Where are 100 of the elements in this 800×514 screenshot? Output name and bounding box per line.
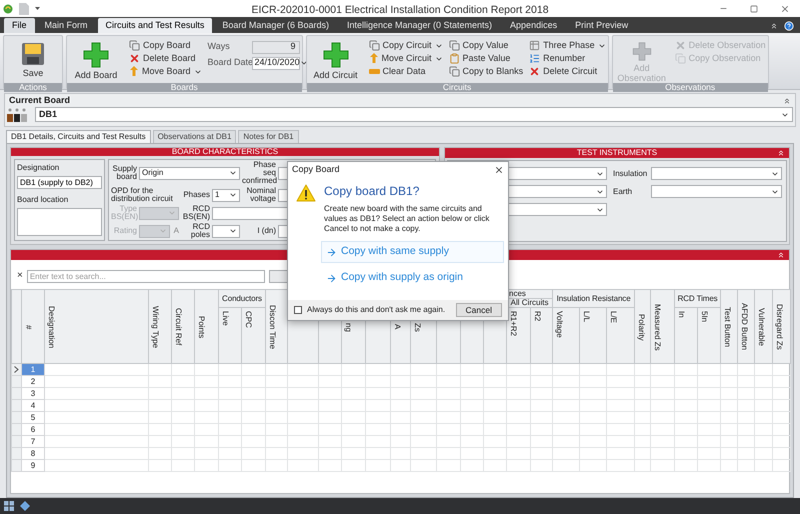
ribbon-button[interactable]: Delete Board <box>129 52 202 65</box>
ribbon-button[interactable]: Copy to Blanks <box>448 65 524 78</box>
ribbon-button[interactable]: Copy Board <box>129 39 202 52</box>
ribbon-button[interactable]: Clear Data <box>368 65 443 78</box>
field-label: Nominal voltage <box>246 187 276 203</box>
field-label: Insulation <box>613 168 647 180</box>
column-header: Measured Zs <box>650 290 675 364</box>
column-header: Wiring Type <box>148 290 172 364</box>
collapse-icon[interactable] <box>770 22 778 30</box>
panel-title: BOARD CHARACTERISTICS <box>172 148 278 156</box>
ribbon-tab[interactable]: Circuits and Test Results <box>98 18 212 33</box>
delete-icon <box>674 40 686 51</box>
designation-field[interactable]: DB1 (supply to DB2) <box>17 176 102 189</box>
ribbon-tab[interactable]: Appendices <box>502 18 566 33</box>
column-header: Vulnerable <box>754 290 773 364</box>
field-label: Rating <box>112 227 137 235</box>
ribbon-tab[interactable]: Board Manager (6 Boards) <box>214 18 337 33</box>
ribbon-tab[interactable]: Print Preview <box>567 18 636 33</box>
ribbon-button[interactable]: Copy Circuit <box>368 39 443 52</box>
column-header: Live <box>218 308 242 364</box>
column-header: R1+R2 <box>506 308 531 364</box>
close-icon[interactable] <box>494 165 504 175</box>
page-tab[interactable]: Observations at DB1 <box>152 130 236 143</box>
clear-search[interactable]: × <box>17 271 23 281</box>
grid-icon[interactable] <box>4 501 14 511</box>
ribbon-button[interactable]: Move Board <box>129 65 202 78</box>
column-header: R2 <box>530 308 553 364</box>
ribbon-button[interactable]: Delete Circuit <box>529 65 606 78</box>
delete-icon <box>129 53 140 64</box>
ribbon-tab[interactable]: Intelligence Manager (0 Statements) <box>338 18 500 33</box>
field-label: Supply board <box>112 165 137 181</box>
caret-icon <box>781 110 789 118</box>
table-cell: 6 <box>22 424 44 436</box>
app-icon[interactable] <box>3 4 13 14</box>
ribbon-button[interactable]: Save <box>6 39 60 83</box>
arrow-icon <box>368 53 379 64</box>
caret-icon[interactable] <box>35 6 40 10</box>
page-tab[interactable]: Notes for DB1 <box>238 130 299 143</box>
column-header: AFDD Button <box>738 290 755 364</box>
table-row[interactable]: 8 <box>12 448 791 460</box>
ribbon-button[interactable]: Paste Value <box>448 52 524 65</box>
copy-icon <box>129 40 140 51</box>
table-cell: 7 <box>22 436 44 448</box>
caret-icon <box>771 188 779 196</box>
dropdown[interactable]: Origin <box>139 166 240 180</box>
group-label: Boards <box>170 83 198 92</box>
document-icon[interactable] <box>19 2 29 14</box>
caret-icon <box>598 42 606 50</box>
option-link[interactable]: Copy with supply as origin <box>321 267 504 289</box>
ribbon-button[interactable]: Add Circuit <box>308 39 363 83</box>
option-link[interactable]: Copy with same supply <box>321 241 504 263</box>
table-row[interactable]: 3 <box>12 388 791 400</box>
table-row[interactable]: 5 <box>12 412 791 424</box>
column-header: Polarity <box>634 290 651 364</box>
caret-icon <box>158 227 167 235</box>
dialog-heading: Copy board DB1? <box>324 184 420 198</box>
diamond-icon[interactable] <box>20 501 30 511</box>
maximize-icon[interactable] <box>750 4 758 12</box>
dropdown[interactable] <box>212 224 240 238</box>
collapse-icon[interactable] <box>783 96 791 104</box>
copy-icon <box>674 53 686 64</box>
dropdown[interactable]: 1 <box>212 188 240 202</box>
table-row[interactable]: 2 <box>12 376 791 388</box>
column-header: Points <box>194 290 218 364</box>
page-tab[interactable]: DB1 Details, Circuits and Test Results <box>6 130 151 143</box>
search-field[interactable]: Enter text to search... <box>26 270 265 282</box>
collapse-icon[interactable] <box>777 149 785 157</box>
ribbon-button[interactable]: Copy Value <box>448 39 524 52</box>
dropdown[interactable] <box>651 185 782 198</box>
ways-field[interactable]: 9 <box>252 40 300 54</box>
table-row[interactable]: 4 <box>12 400 791 412</box>
checkbox[interactable] <box>294 306 302 314</box>
collapse-icon[interactable] <box>777 251 785 259</box>
field-label: I (dn) <box>256 227 276 235</box>
ribbon-button[interactable]: Add Board <box>69 39 123 83</box>
table-cell: 2 <box>22 376 44 388</box>
copy-icon <box>368 40 380 51</box>
caret-icon <box>596 188 604 196</box>
ribbon-tab[interactable]: File <box>4 18 35 33</box>
caret-icon <box>771 170 779 178</box>
table-row[interactable]: 6 <box>12 424 791 436</box>
caret-icon <box>596 170 604 178</box>
cancel-button[interactable]: Cancel <box>456 303 502 317</box>
close-icon[interactable] <box>780 4 790 14</box>
location-field[interactable] <box>17 208 102 236</box>
ribbon-button[interactable]: Move Circuit <box>368 52 443 65</box>
column-header: 5In <box>698 308 721 364</box>
table-row[interactable]: 9 <box>12 460 791 472</box>
field-label: RCD BS(EN) <box>182 205 210 221</box>
table-row[interactable]: 7 <box>12 436 791 448</box>
dropdown[interactable] <box>651 167 782 180</box>
ribbon-button[interactable]: Three Phase <box>529 39 606 52</box>
ribbon-label: Ways <box>208 40 231 54</box>
column-header: Voltage <box>552 308 580 364</box>
board-dropdown[interactable]: DB1 <box>35 107 793 122</box>
help-icon[interactable] <box>784 20 794 30</box>
field-label: Type BS(EN) <box>111 205 137 221</box>
ribbon-button[interactable]: Renumber <box>529 52 606 65</box>
ribbon-tab[interactable]: Main Form <box>36 18 96 33</box>
field-label: Earth <box>613 186 634 198</box>
